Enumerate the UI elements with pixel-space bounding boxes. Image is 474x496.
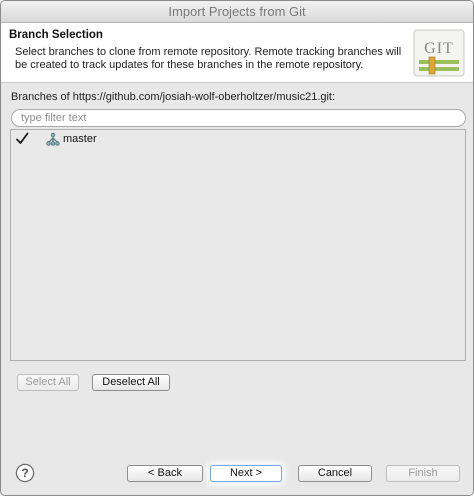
page-description: Select branches to clone from remote rep… bbox=[15, 46, 402, 71]
window-title: Import Projects from Git bbox=[1, 1, 473, 23]
git-logo-icon: GIT bbox=[413, 29, 465, 77]
git-branch-icon bbox=[46, 132, 60, 146]
select-all-button[interactable]: Select All bbox=[17, 374, 79, 391]
branches-label: Branches of https://github.com/josiah-wo… bbox=[11, 91, 336, 103]
cancel-button[interactable]: Cancel bbox=[298, 465, 372, 482]
import-projects-dialog: Import Projects from Git Branch Selectio… bbox=[0, 0, 474, 496]
wizard-header: Branch Selection Select branches to clon… bbox=[1, 23, 473, 83]
svg-text:?: ? bbox=[21, 466, 28, 480]
deselect-all-button[interactable]: Deselect All bbox=[92, 374, 170, 391]
git-logo-text: GIT bbox=[424, 40, 454, 57]
help-icon[interactable]: ? bbox=[15, 463, 35, 483]
filter-input[interactable] bbox=[11, 109, 466, 127]
branch-list[interactable]: master bbox=[10, 129, 466, 361]
next-button[interactable]: Next > bbox=[210, 465, 282, 482]
checkbox-checked-icon[interactable] bbox=[15, 132, 29, 146]
back-button[interactable]: < Back bbox=[127, 465, 203, 482]
branch-name: master bbox=[63, 133, 97, 145]
page-title: Branch Selection bbox=[9, 29, 103, 41]
list-item[interactable]: master bbox=[11, 132, 465, 148]
finish-button[interactable]: Finish bbox=[386, 465, 460, 482]
